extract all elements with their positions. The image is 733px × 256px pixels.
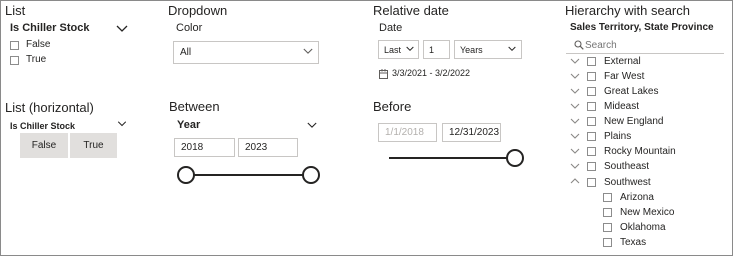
checkbox-territory-external[interactable] [587, 57, 596, 66]
chevron-down-icon[interactable] [406, 46, 414, 52]
list-horizontal-title: List (horizontal) [5, 100, 94, 115]
tree-item-southeast[interactable]: Southeast [604, 161, 649, 172]
hierarchy-slicer-title: Hierarchy with search [565, 3, 690, 18]
chevron-down-icon[interactable] [303, 48, 313, 55]
list-item-false[interactable]: False [26, 39, 50, 50]
chevron-down-icon[interactable] [117, 121, 127, 127]
chevron-down-icon[interactable] [570, 118, 580, 124]
list-horizontal-field: Is Chiller Stock [10, 121, 76, 131]
dropdown-slicer-title: Dropdown [168, 3, 228, 18]
before-to-input[interactable]: 12/31/2023 [442, 123, 501, 142]
hierarchy-search-input[interactable] [585, 37, 720, 53]
checkbox-territory-great-lakes[interactable] [587, 87, 596, 96]
checkbox-state-texas[interactable] [603, 238, 612, 247]
chevron-down-icon[interactable] [570, 133, 580, 139]
before-slider-handle[interactable] [506, 149, 524, 167]
relative-unit-value: Years [460, 44, 483, 55]
between-slider-max-handle[interactable] [302, 166, 320, 184]
tree-item-oklahoma[interactable]: Oklahoma [620, 222, 666, 233]
chevron-down-icon[interactable] [508, 46, 516, 52]
chevron-down-icon[interactable] [570, 73, 580, 79]
tree-item-arizona[interactable]: Arizona [620, 192, 654, 203]
between-to-value: 2023 [245, 142, 268, 153]
relative-date-range: 3/3/2021 - 3/2/2022 [392, 68, 471, 78]
checkbox-state-oklahoma[interactable] [603, 223, 612, 232]
relative-count-value: 1 [429, 44, 435, 55]
checkbox-state-new-mexico[interactable] [603, 208, 612, 217]
tree-item-external[interactable]: External [604, 56, 641, 67]
between-from-input[interactable]: 2018 [174, 138, 235, 157]
chevron-down-icon[interactable] [116, 25, 128, 33]
tile-button-true[interactable]: True [70, 133, 117, 158]
chevron-down-icon[interactable] [570, 88, 580, 94]
between-slicer-title: Between [169, 99, 220, 114]
tree-item-mideast[interactable]: Mideast [604, 101, 639, 112]
checkbox-territory-far-west[interactable] [587, 72, 596, 81]
dropdown-select[interactable]: All [173, 41, 319, 64]
list-item-true[interactable]: True [26, 54, 46, 65]
search-icon [574, 40, 584, 50]
dropdown-value: All [180, 47, 192, 58]
chevron-down-icon[interactable] [570, 163, 580, 169]
tree-item-plains[interactable]: Plains [604, 131, 631, 142]
between-slider-min-handle[interactable] [177, 166, 195, 184]
list-slicer-field: Is Chiller Stock [10, 22, 90, 34]
before-to-value: 12/31/2023 [449, 127, 500, 138]
checkbox-true[interactable] [10, 56, 19, 65]
checkbox-territory-southwest[interactable] [587, 178, 596, 187]
before-from-input[interactable]: 1/1/2018 [378, 123, 437, 142]
tree-item-rocky-mountain[interactable]: Rocky Mountain [604, 146, 676, 157]
tree-item-great-lakes[interactable]: Great Lakes [604, 86, 658, 97]
between-slicer-field: Year [177, 119, 201, 131]
checkbox-false[interactable] [10, 41, 19, 50]
tree-item-far-west[interactable]: Far West [604, 71, 644, 82]
checkbox-territory-new-england[interactable] [587, 117, 596, 126]
hierarchy-slicer-field: Sales Territory, State Province [570, 22, 714, 33]
tile-button-false[interactable]: False [20, 133, 68, 158]
between-from-value: 2018 [181, 142, 204, 153]
chevron-down-icon[interactable] [307, 122, 317, 129]
tree-item-new-england[interactable]: New England [604, 116, 663, 127]
before-from-placeholder: 1/1/2018 [385, 127, 424, 138]
dropdown-slicer-field: Color [176, 22, 203, 34]
calendar-icon [379, 69, 388, 79]
checkbox-state-arizona[interactable] [603, 193, 612, 202]
checkbox-territory-rocky-mountain[interactable] [587, 147, 596, 156]
between-slider-track [186, 174, 312, 176]
tree-item-southwest[interactable]: Southwest [604, 177, 651, 188]
list-slicer-title: List [5, 3, 26, 18]
checkbox-territory-plains[interactable] [587, 132, 596, 141]
relative-date-field: Date [379, 22, 403, 34]
chevron-down-icon[interactable] [570, 148, 580, 154]
relative-count-input[interactable]: 1 [423, 40, 450, 59]
checkbox-territory-southeast[interactable] [587, 162, 596, 171]
before-slider-track [389, 157, 515, 159]
before-slicer-title: Before [373, 99, 412, 114]
tree-item-texas[interactable]: Texas [620, 237, 646, 248]
chevron-up-icon[interactable] [570, 178, 580, 184]
chevron-down-icon[interactable] [570, 103, 580, 109]
checkbox-territory-mideast[interactable] [587, 102, 596, 111]
tree-item-new-mexico[interactable]: New Mexico [620, 207, 674, 218]
relative-date-title: Relative date [373, 3, 449, 18]
relative-mode-value: Last [384, 44, 402, 55]
search-divider [566, 53, 724, 54]
between-to-input[interactable]: 2023 [238, 138, 298, 157]
chevron-down-icon[interactable] [570, 58, 580, 64]
